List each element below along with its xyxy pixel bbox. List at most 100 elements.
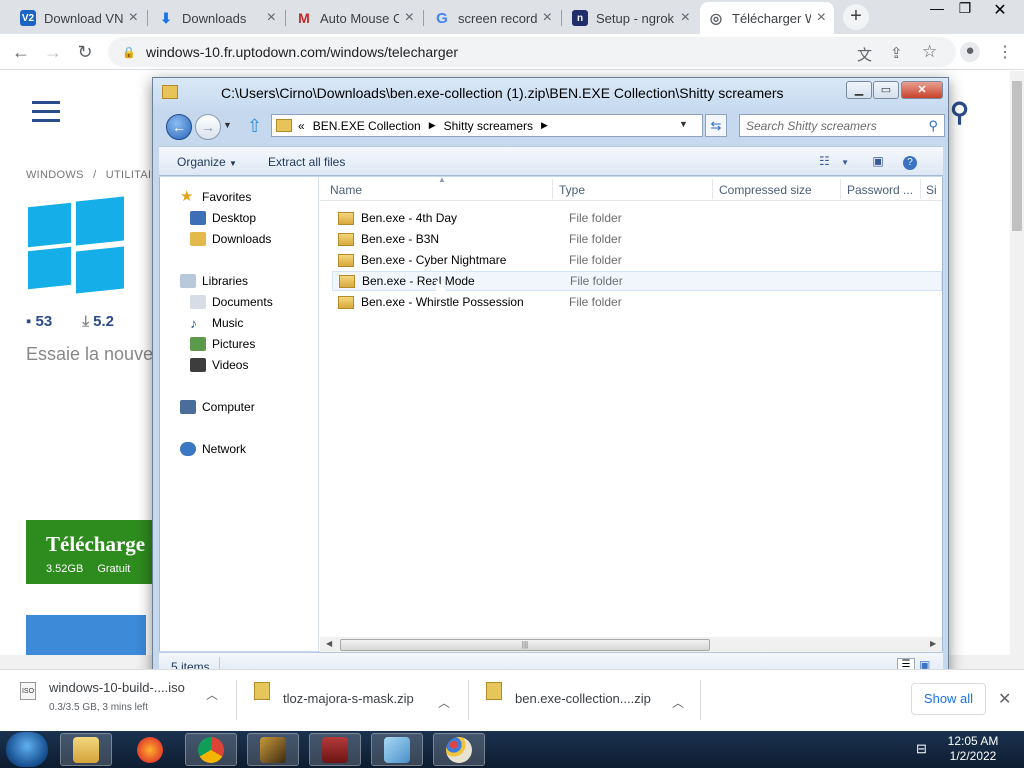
refresh-button[interactable]: ⇆ [705,114,727,137]
nav-videos[interactable]: Videos [190,355,248,375]
organize-button[interactable]: Organize ▼ [177,155,237,169]
download-item-tloz[interactable]: tloz-majora-s-mask.zip ︿ [254,680,454,720]
reload-icon[interactable]: ↻ [71,38,99,66]
comment-count[interactable]: 53 [36,313,53,330]
page-vertical-scrollbar[interactable] [1010,71,1024,655]
crumb-shitty-screamers[interactable]: Shitty screamers [444,119,533,133]
list-item[interactable]: Ben.exe - 4th Day File folder [332,208,942,228]
screenshot-thumbnail[interactable] [26,615,146,655]
view-options[interactable]: ☷ ▼ ▣ ? [819,154,918,170]
close-icon[interactable]: ✕ [998,689,1011,709]
taskbar-firefox[interactable] [124,733,176,766]
close-icon[interactable]: × [405,9,414,27]
list-item[interactable]: Ben.exe - Whirstle Possession File folder [332,292,942,312]
address-overflow[interactable]: « [298,119,305,133]
start-button[interactable] [6,732,48,767]
back-arrow-icon[interactable]: ← [7,38,35,66]
nav-music[interactable]: ♪ Music [190,313,243,333]
list-item[interactable]: Ben.exe - Real Mode File folder [332,271,942,291]
column-separator[interactable] [712,179,713,199]
nav-favorites[interactable]: ★ Favorites [180,187,251,207]
chevron-up-icon[interactable]: ︿ [206,686,218,703]
extract-all-button[interactable]: Extract all files [268,155,345,169]
scroll-right-icon[interactable]: ▶ [930,639,936,648]
chevron-right-icon[interactable]: ▶ [541,120,548,131]
network-tray-icon[interactable]: ⊟ [916,741,927,757]
tab-screen-recording[interactable]: G screen recordi × [426,2,560,34]
column-size[interactable]: Si [926,183,937,197]
column-separator[interactable] [920,179,921,199]
nav-downloads[interactable]: Downloads [190,229,271,249]
column-separator[interactable] [840,179,841,199]
chevron-right-icon[interactable]: ▶ [429,120,436,131]
list-item[interactable]: Ben.exe - B3N File folder [332,229,942,249]
taskbar-winamp[interactable] [247,733,299,766]
column-compressed-size[interactable]: Compressed size [719,183,812,197]
column-type[interactable]: Type [559,183,585,197]
close-window-icon[interactable]: ✕ [985,0,1015,20]
chevron-up-icon[interactable]: ︿ [438,694,450,711]
history-dropdown-icon[interactable]: ▼ [223,120,232,130]
taskbar-paint[interactable] [433,733,485,766]
list-item[interactable]: Ben.exe - Cyber Nightmare File folder [332,250,942,270]
tab-downloads[interactable]: ⬇ Downloads × [150,2,284,34]
tab-telecharger[interactable]: ◎ Télécharger W × [700,2,834,34]
close-icon[interactable]: × [543,9,552,27]
explorer-close-button[interactable]: ✕ [901,81,943,99]
breadcrumb-windows[interactable]: WINDOWS [26,169,84,181]
taskbar-explorer[interactable] [60,733,112,766]
preview-pane-icon[interactable]: ▣ [872,154,883,168]
up-arrow-icon[interactable]: ⇧ [247,116,262,137]
change-view-icon[interactable]: ☷ [819,154,830,168]
taskbar-chrome[interactable] [185,733,237,766]
scrollbar-thumb[interactable]: ||| [340,639,710,651]
nav-network[interactable]: Network [180,439,246,459]
nav-computer[interactable]: Computer [180,397,255,417]
restore-icon[interactable]: ❐ [950,0,980,20]
nav-desktop[interactable]: Desktop [190,208,256,228]
column-password[interactable]: Password ... [847,183,913,197]
column-separator[interactable] [552,179,553,199]
nav-pictures[interactable]: Pictures [190,334,255,354]
new-tab-button[interactable]: + [843,4,869,30]
explorer-minimize-button[interactable]: ▁ [846,81,872,99]
tab-setup-ngrok[interactable]: n Setup - ngrok × [564,2,698,34]
nav-libraries[interactable]: Libraries [180,271,248,291]
search-icon[interactable]: ⚲ [928,118,938,134]
share-icon[interactable]: ⇪ [890,44,903,62]
minimize-icon[interactable]: — [922,0,952,20]
nav-documents[interactable]: Documents [190,292,273,312]
search-field[interactable]: Search Shitty screamers ⚲ [739,114,945,137]
search-icon[interactable]: ⚲ [950,97,969,128]
address-breadcrumb[interactable]: « BEN.EXE Collection ▶ Shitty screamers … [271,114,703,137]
download-button[interactable]: Télécharge 3.52GB Gratuit [26,520,166,584]
tab-download-vnc[interactable]: V2 Download VNC × [12,2,146,34]
close-icon[interactable]: × [129,9,138,27]
view-dropdown-icon[interactable]: ▼ [841,158,849,167]
address-dropdown-icon[interactable]: ▼ [679,119,688,129]
forward-button[interactable]: → [195,114,221,140]
forward-arrow-icon[interactable]: → [39,38,67,66]
star-icon[interactable]: ☆ [922,42,937,62]
chevron-up-icon[interactable]: ︿ [672,694,684,711]
close-icon[interactable]: × [681,9,690,27]
explorer-maximize-button[interactable]: ▭ [873,81,899,99]
taskbar-winrar[interactable] [309,733,361,766]
address-bar[interactable]: 🔒 windows-10.fr.uptodown.com/windows/tel… [108,37,956,67]
scroll-left-icon[interactable]: ◀ [326,639,332,648]
menu-dots-icon[interactable]: ⋮ [997,42,1013,62]
file-list-horizontal-scrollbar[interactable]: ◀ ||| ▶ [320,637,942,653]
explorer-title-bar[interactable]: C:\Users\Cirno\Downloads\ben.exe-collect… [153,78,948,108]
download-item-iso[interactable]: ISO windows-10-build-....iso 0.3/3.5 GB,… [20,680,230,720]
tab-auto-mouse[interactable]: M Auto Mouse C × [288,2,422,34]
close-icon[interactable]: × [817,9,826,27]
clock[interactable]: 12:05 AM 1/2/2022 [940,734,1006,764]
taskbar-notepad[interactable] [371,733,423,766]
translate-icon[interactable]: 文 [857,44,872,65]
back-button[interactable]: ← [166,114,192,140]
close-icon[interactable]: × [267,9,276,27]
help-icon[interactable]: ? [903,156,918,170]
download-item-ben-exe[interactable]: ben.exe-collection....zip ︿ [486,680,696,720]
show-all-button[interactable]: Show all [911,683,986,715]
column-name[interactable]: Name [330,183,362,197]
